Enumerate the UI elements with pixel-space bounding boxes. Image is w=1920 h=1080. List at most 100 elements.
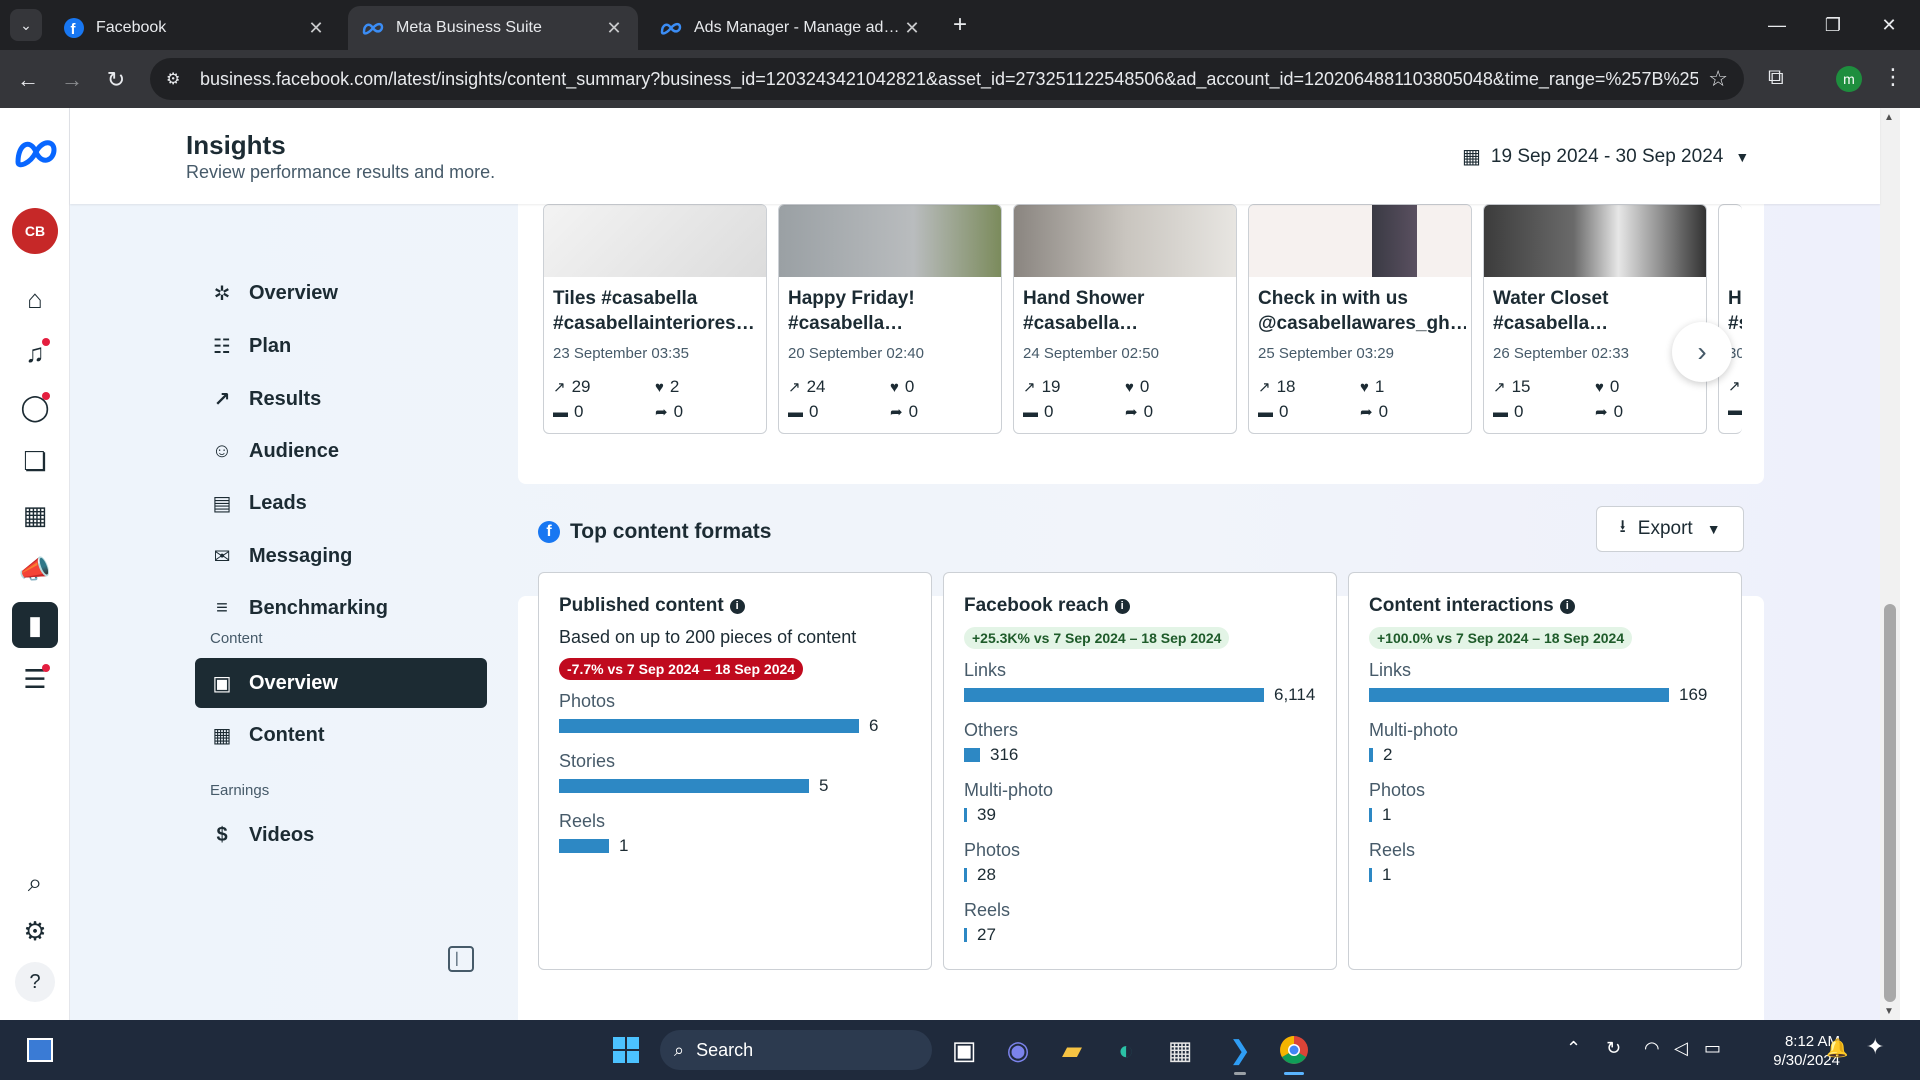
tab-ads-manager[interactable]: Ads Manager - Manage ads - A ✕ xyxy=(646,6,936,50)
comment-icon: ▬ xyxy=(1493,403,1508,421)
bar-value: 316 xyxy=(990,745,1019,764)
comment-icon: ▬ xyxy=(553,403,568,421)
sidebar-item-content-overview[interactable]: ▣ Overview xyxy=(195,658,487,708)
sidebar-item-benchmarking[interactable]: ≡ Benchmarking xyxy=(195,583,487,633)
sync-icon[interactable]: ↻ xyxy=(1606,1038,1621,1059)
help-icon[interactable]: ? xyxy=(15,962,55,1002)
extensions-icon[interactable]: ⧉ xyxy=(1768,64,1784,90)
bar-value: 6 xyxy=(869,716,879,735)
edge-icon[interactable]: ◐ xyxy=(1106,1030,1146,1070)
forward-button[interactable]: → xyxy=(56,64,88,96)
bar xyxy=(1369,808,1372,822)
reach-stat: ↗ 29 xyxy=(553,377,591,396)
chrome-icon[interactable] xyxy=(1274,1030,1314,1070)
scroll-up-icon[interactable]: ▲ xyxy=(1884,112,1894,123)
reach-stat: ↗ 15 xyxy=(1493,377,1531,396)
scroll-down-icon[interactable]: ▼ xyxy=(1884,1006,1894,1017)
info-icon[interactable]: i xyxy=(1114,598,1130,614)
sidebar-item-leads[interactable]: ▤ Leads xyxy=(195,478,487,528)
notifications-bell-icon[interactable]: 🔔 xyxy=(1826,1038,1848,1059)
tab-facebook[interactable]: f Facebook ✕ xyxy=(50,6,340,50)
file-explorer-icon[interactable]: ▰ xyxy=(1052,1030,1092,1070)
taskbar-search[interactable]: ⌕ Search xyxy=(660,1030,932,1070)
bar-label: Reels xyxy=(559,811,606,831)
reload-button[interactable]: ↻ xyxy=(100,64,132,96)
page-avatar[interactable]: CB xyxy=(12,208,58,254)
section-title: f Top content formats xyxy=(538,520,771,544)
address-bar[interactable]: ⚙ business.facebook.com/latest/insights/… xyxy=(150,58,1744,100)
close-window-button[interactable]: ✕ xyxy=(1866,10,1912,40)
sidebar-item-results[interactable]: ↗ Results xyxy=(195,374,487,424)
widgets-icon[interactable] xyxy=(20,1030,60,1070)
bar-value: 1 xyxy=(1382,865,1392,884)
bar-label: Photos xyxy=(1369,780,1426,800)
post-card[interactable]: Happy Friday! #casabella… 20 September 0… xyxy=(778,204,1002,434)
task-view-icon[interactable]: ▣ xyxy=(944,1030,984,1070)
store-icon[interactable]: ▦ xyxy=(1160,1030,1200,1070)
close-icon[interactable]: ✕ xyxy=(902,18,922,39)
sidebar-item-audience[interactable]: ☺ Audience xyxy=(195,426,487,476)
sidebar-item-content[interactable]: ▦ Content xyxy=(195,710,487,760)
post-card[interactable]: Water Closet #casabella… 26 September 02… xyxy=(1483,204,1707,434)
browser-tab-bar: ⌄ f Facebook ✕ Meta Business Suite ✕ Ads… xyxy=(0,0,1920,50)
new-tab-button[interactable]: + xyxy=(946,11,974,39)
info-icon[interactable]: i xyxy=(1559,598,1575,614)
close-icon[interactable]: ✕ xyxy=(306,18,326,39)
sidebar-item-videos[interactable]: $ Videos xyxy=(195,810,487,860)
post-card[interactable]: Tiles #casabella #casabellainteriores… 2… xyxy=(543,204,767,434)
battery-icon[interactable]: ▭ xyxy=(1704,1038,1721,1059)
notification-dot xyxy=(42,664,50,672)
export-button[interactable]: ⭳ Export ▼ xyxy=(1596,506,1744,552)
site-settings-icon[interactable]: ⚙ xyxy=(166,69,192,89)
meta-logo-icon[interactable] xyxy=(12,132,60,172)
settings-icon[interactable]: ⚙ xyxy=(12,908,58,954)
insights-icon[interactable]: ▮ xyxy=(12,602,58,648)
tab-meta-business-suite[interactable]: Meta Business Suite ✕ xyxy=(348,6,638,50)
chrome-logo-icon xyxy=(1280,1036,1308,1064)
bar-value: 27 xyxy=(977,925,996,944)
post-card-partial[interactable]: H #s 30 ↗ ▬ xyxy=(1718,204,1742,434)
close-icon[interactable]: ✕ xyxy=(604,18,624,39)
content-icon[interactable]: ❏ xyxy=(12,438,58,484)
carousel-next-button[interactable]: › xyxy=(1672,322,1732,382)
teams-icon[interactable]: ◉ xyxy=(998,1030,1038,1070)
sidebar-item-plan[interactable]: ☷ Plan xyxy=(195,321,487,371)
date-range-picker[interactable]: ▦ 19 Sep 2024 - 30 Sep 2024 ▼ xyxy=(1462,144,1749,169)
post-card[interactable]: Hand Shower #casabella… 24 September 02:… xyxy=(1013,204,1237,434)
profile-avatar[interactable]: m xyxy=(1836,66,1862,92)
sidebar-item-messaging[interactable]: ✉ Messaging xyxy=(195,531,487,581)
vscode-icon[interactable]: ❯ xyxy=(1220,1030,1260,1070)
search-icon[interactable]: ⌕ xyxy=(12,860,58,906)
change-badge: +100.0% vs 7 Sep 2024 – 18 Sep 2024 xyxy=(1369,627,1633,649)
chevron-down-icon: ▼ xyxy=(1706,521,1721,537)
bookmark-star-icon[interactable]: ☆ xyxy=(1708,66,1728,92)
restore-button[interactable]: ❐ xyxy=(1810,10,1856,40)
notifications-icon[interactable]: ♫ xyxy=(12,330,58,376)
sidebar-item-overview[interactable]: ✲ Overview xyxy=(195,268,487,318)
minimize-button[interactable]: — xyxy=(1754,10,1800,40)
browser-menu-icon[interactable]: ⋮ xyxy=(1882,64,1904,90)
inbox-icon[interactable]: ◯ xyxy=(12,384,58,430)
ads-icon[interactable]: 📣 xyxy=(12,546,58,592)
page-scrollbar[interactable]: ▲ ▼ xyxy=(1880,108,1900,1020)
all-tools-icon[interactable]: ☰ xyxy=(12,656,58,702)
show-hidden-icons[interactable]: ⌃ xyxy=(1566,1038,1581,1059)
post-thumbnail xyxy=(779,205,1001,277)
bar-value: 28 xyxy=(977,865,996,884)
start-icon[interactable] xyxy=(606,1030,646,1070)
wifi-icon[interactable]: ◠ xyxy=(1644,1038,1660,1059)
info-icon[interactable]: i xyxy=(729,598,745,614)
post-card[interactable]: Check in with us @casabellawares_gh… 25 … xyxy=(1248,204,1472,434)
volume-icon[interactable]: ◁ xyxy=(1674,1038,1688,1059)
planner-icon[interactable]: ▦ xyxy=(12,492,58,538)
reach-stat: ↗ xyxy=(1728,377,1742,395)
copilot-icon[interactable]: ✦ xyxy=(1866,1034,1884,1060)
messaging-icon: ✉ xyxy=(213,545,231,568)
taskbar-clock[interactable]: 8:12 AM 9/30/2024 xyxy=(1740,1032,1840,1070)
windows-logo-icon xyxy=(613,1037,639,1063)
back-button[interactable]: ← xyxy=(12,64,44,96)
collapse-sidebar-button[interactable]: ▏ xyxy=(448,946,474,972)
home-icon[interactable]: ⌂ xyxy=(12,276,58,322)
scroll-thumb[interactable] xyxy=(1884,604,1896,1002)
tab-search-button[interactable]: ⌄ xyxy=(10,9,42,41)
